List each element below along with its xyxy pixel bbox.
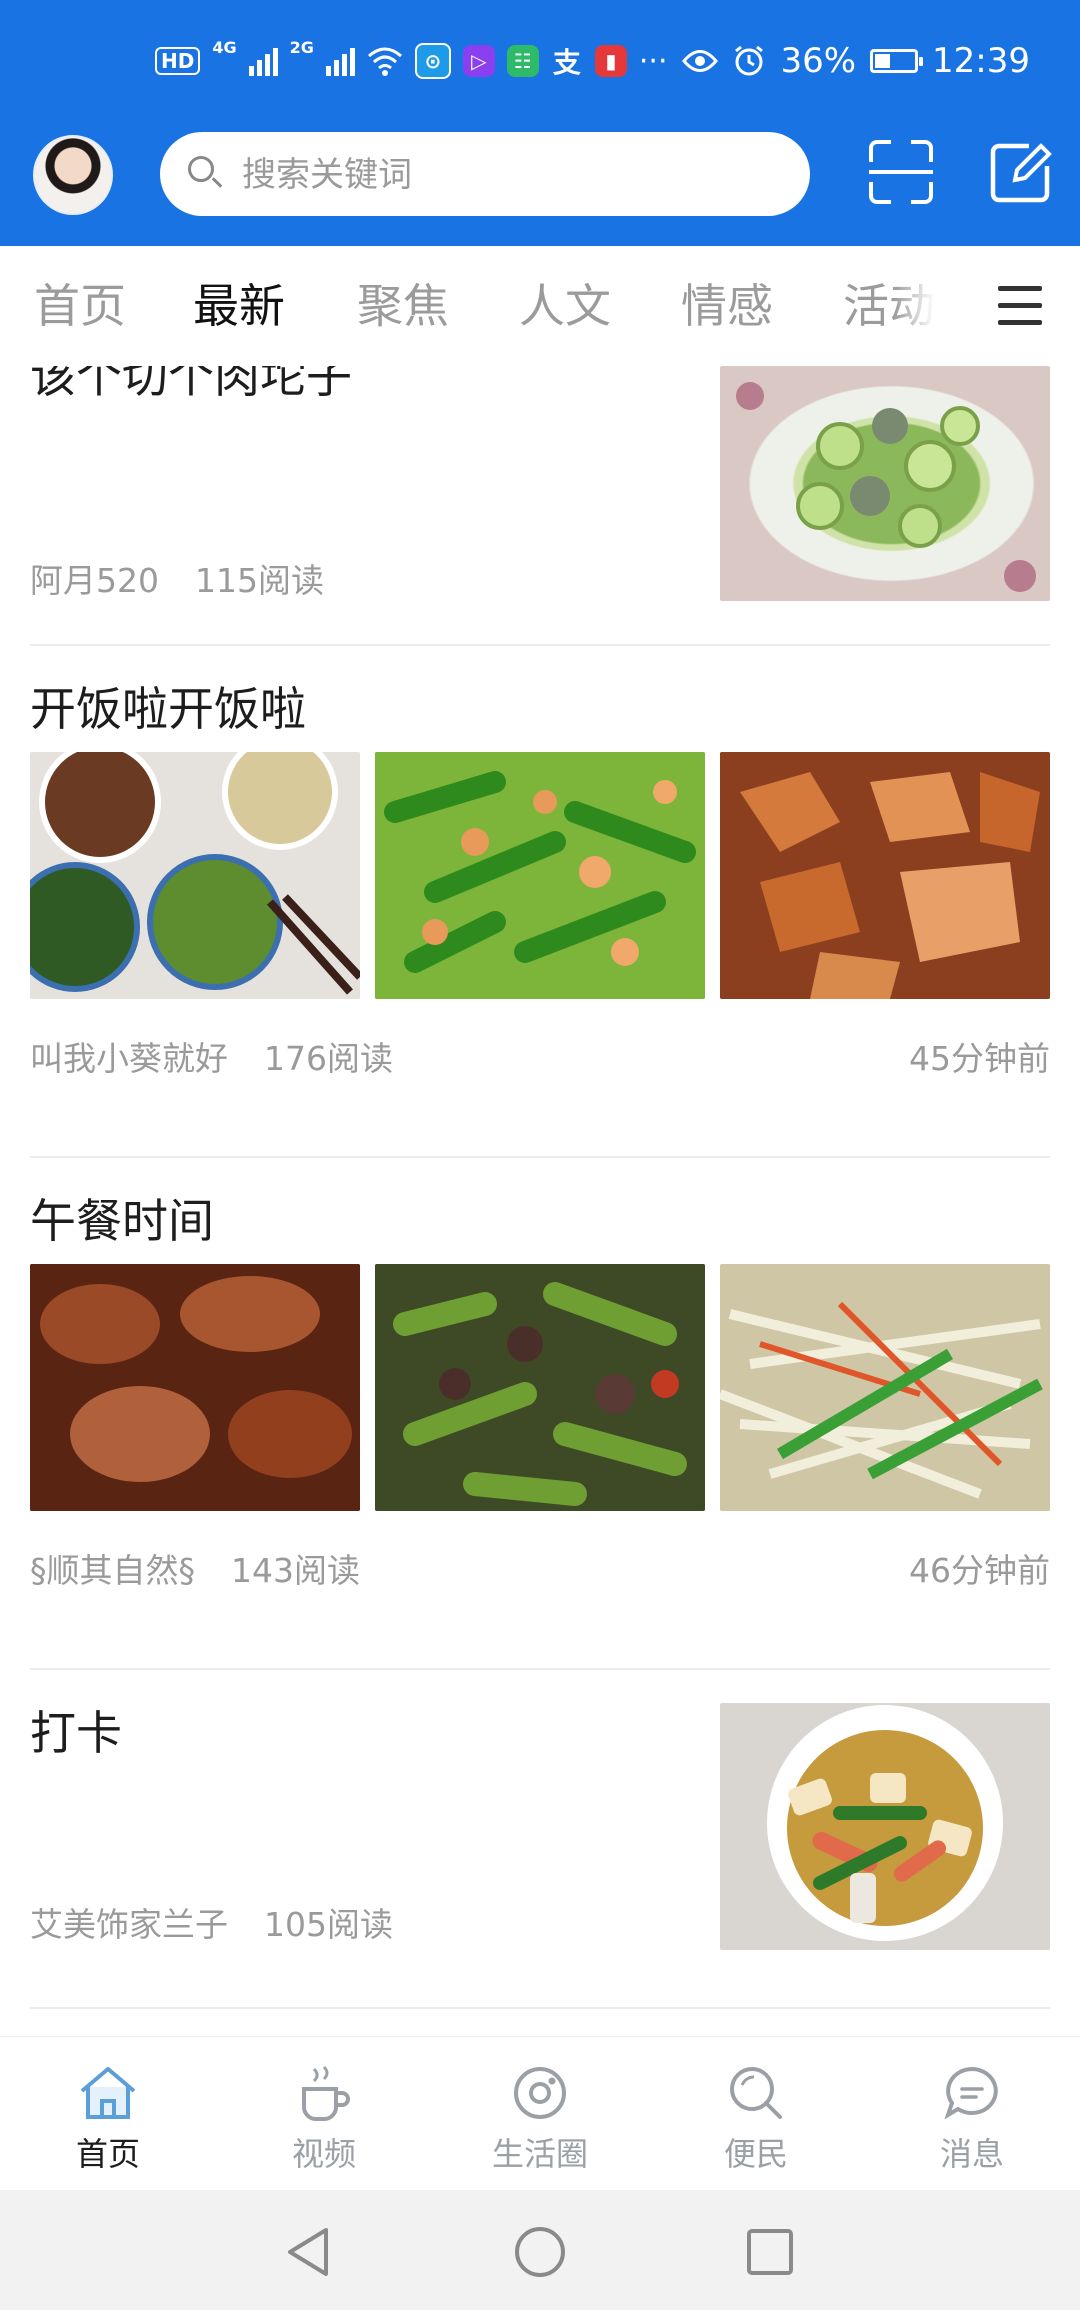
article-title: 打卡: [30, 1706, 122, 1760]
scan-icon[interactable]: [869, 140, 933, 204]
shredded-vegetables-image: [720, 1264, 1050, 1511]
nav-messages[interactable]: 消息: [892, 2061, 1052, 2175]
bottom-navigation: 首页 视频 生活圈 便民 消息: [0, 2036, 1080, 2191]
pepper-gizzards-image: [375, 1264, 705, 1511]
nav-services[interactable]: 便民: [676, 2061, 836, 2175]
network-2g-label: 2G: [289, 38, 314, 57]
clock: 12:39: [932, 41, 1030, 81]
divider: [30, 1156, 1050, 1158]
alipay-icon: 支: [552, 46, 581, 79]
article-author: 叫我小葵就好: [30, 1039, 228, 1078]
nav-home[interactable]: 首页: [28, 2061, 188, 2175]
coffee-cup-icon: [302, 2065, 350, 2121]
article-title: 该个切个肉坨子: [30, 366, 352, 403]
nav-messages-label: 消息: [939, 2135, 1004, 2173]
reader-app-icon: ☷: [506, 45, 539, 77]
recent-apps-icon[interactable]: [742, 2224, 798, 2280]
edit-icon[interactable]: [989, 140, 1053, 204]
tab-home[interactable]: 首页: [34, 276, 126, 336]
article-meta: 艾美饰家兰子 105阅读: [30, 1898, 393, 1946]
article-card[interactable]: 午餐时间 §顺其自然§ 143阅读 46分钟前: [30, 1191, 1050, 1661]
home-icon: [80, 2067, 136, 2119]
article-thumbnail: [720, 1703, 1050, 1950]
article-author: 阿月520: [30, 561, 159, 600]
nav-video-label: 视频: [291, 2135, 356, 2173]
system-navigation-bar: [0, 2190, 1080, 2310]
divider: [30, 1668, 1050, 1670]
hd-icon: HD: [155, 47, 201, 75]
article-thumbnail: [375, 752, 705, 999]
search-input[interactable]: [240, 132, 784, 218]
article-meta: 阿月520 115阅读: [30, 554, 324, 602]
tab-events[interactable]: 活动: [843, 276, 935, 336]
video-app-icon: ▷: [462, 45, 495, 77]
eye-icon: [682, 50, 719, 72]
soup-image: [736, 382, 1036, 592]
app-notification-icon: ⊙: [414, 43, 451, 79]
article-thumbnail: [720, 366, 1050, 601]
article-reads: 176阅读: [264, 1039, 393, 1078]
article-thumbnail: [375, 1264, 705, 1511]
article-card[interactable]: 打卡 艾美饰家兰子 105阅读: [30, 1703, 1050, 1973]
article-feed: 该个切个肉坨子 阿月520 115阅读 开饭啦开饭啦 叫我小葵就好 176阅读 …: [0, 366, 1080, 2036]
article-author: §顺其自然§: [30, 1551, 195, 1590]
search-bar[interactable]: [160, 132, 810, 218]
search-icon: [730, 2067, 782, 2119]
nav-services-label: 便民: [723, 2135, 788, 2173]
braised-meat-image: [720, 752, 1050, 999]
signal-icon: [248, 46, 278, 76]
article-card[interactable]: 开饭啦开饭啦 叫我小葵就好 176阅读 45分钟前: [30, 679, 1050, 1149]
tab-latest[interactable]: 最新: [193, 276, 285, 336]
divider: [30, 644, 1050, 646]
chicken-wings-image: [30, 1264, 360, 1511]
article-author: 艾美饰家兰子: [30, 1905, 228, 1944]
circle-icon: [514, 2067, 566, 2119]
more-notifications-icon: ···: [638, 43, 668, 79]
article-thumbnail: [30, 752, 360, 999]
signal-icon-2: [325, 46, 355, 76]
app-header: HD 4G 2G ⊙ ▷ ☷ 支 ▮ ··· 36% 12:39: [0, 0, 1080, 246]
nav-life-circle-label: 生活圈: [491, 2135, 588, 2173]
wifi-icon: [367, 47, 402, 76]
divider: [30, 2007, 1050, 2009]
message-icon: [944, 2066, 998, 2120]
status-bar: HD 4G 2G ⊙ ▷ ☷ 支 ▮ ··· 36% 12:39: [0, 0, 1080, 120]
article-reads: 143阅读: [231, 1551, 360, 1590]
back-icon[interactable]: [282, 2224, 338, 2280]
article-title: 午餐时间: [30, 1194, 214, 1248]
article-meta: §顺其自然§ 143阅读: [30, 1544, 360, 1592]
status-icons-right: 36% 12:39: [682, 38, 1030, 84]
tab-focus[interactable]: 聚焦: [357, 276, 449, 336]
nav-life-circle[interactable]: 生活圈: [460, 2061, 620, 2175]
tab-emotion[interactable]: 情感: [681, 276, 773, 336]
article-reads: 115阅读: [195, 561, 324, 600]
article-time: 46分钟前: [909, 1551, 1050, 1590]
book-app-icon: ▮: [594, 45, 627, 77]
nav-video[interactable]: 视频: [244, 2061, 404, 2175]
article-reads: 105阅读: [264, 1905, 393, 1944]
user-avatar[interactable]: [33, 135, 113, 215]
battery-percent: 36%: [780, 41, 857, 81]
article-time: 45分钟前: [909, 1039, 1050, 1078]
battery-icon: [870, 49, 924, 73]
article-meta: 叫我小葵就好 176阅读: [30, 1032, 393, 1080]
vegetable-stew-image: [767, 1705, 1003, 1941]
tab-culture[interactable]: 人文: [519, 276, 611, 336]
alarm-icon: [735, 45, 764, 76]
meal-plates-image: [30, 752, 360, 995]
article-thumbnail: [720, 752, 1050, 999]
home-circle-icon[interactable]: [512, 2224, 568, 2280]
search-icon: [188, 156, 214, 182]
nav-home-label: 首页: [75, 2135, 140, 2173]
article-thumbnail: [30, 1264, 360, 1511]
category-tabs: 首页 最新 聚焦 人文 情感 活动: [0, 246, 1080, 366]
menu-icon[interactable]: [998, 286, 1042, 326]
status-icons-left: HD 4G 2G ⊙ ▷ ☷ 支 ▮ ···: [155, 38, 667, 84]
stir-fried-peppers-image: [375, 752, 705, 999]
article-card[interactable]: 该个切个肉坨子 阿月520 115阅读: [30, 366, 1050, 643]
article-title: 开饭啦开饭啦: [30, 682, 306, 736]
article-thumbnail: [720, 1264, 1050, 1511]
network-4g-label: 4G: [212, 38, 237, 57]
